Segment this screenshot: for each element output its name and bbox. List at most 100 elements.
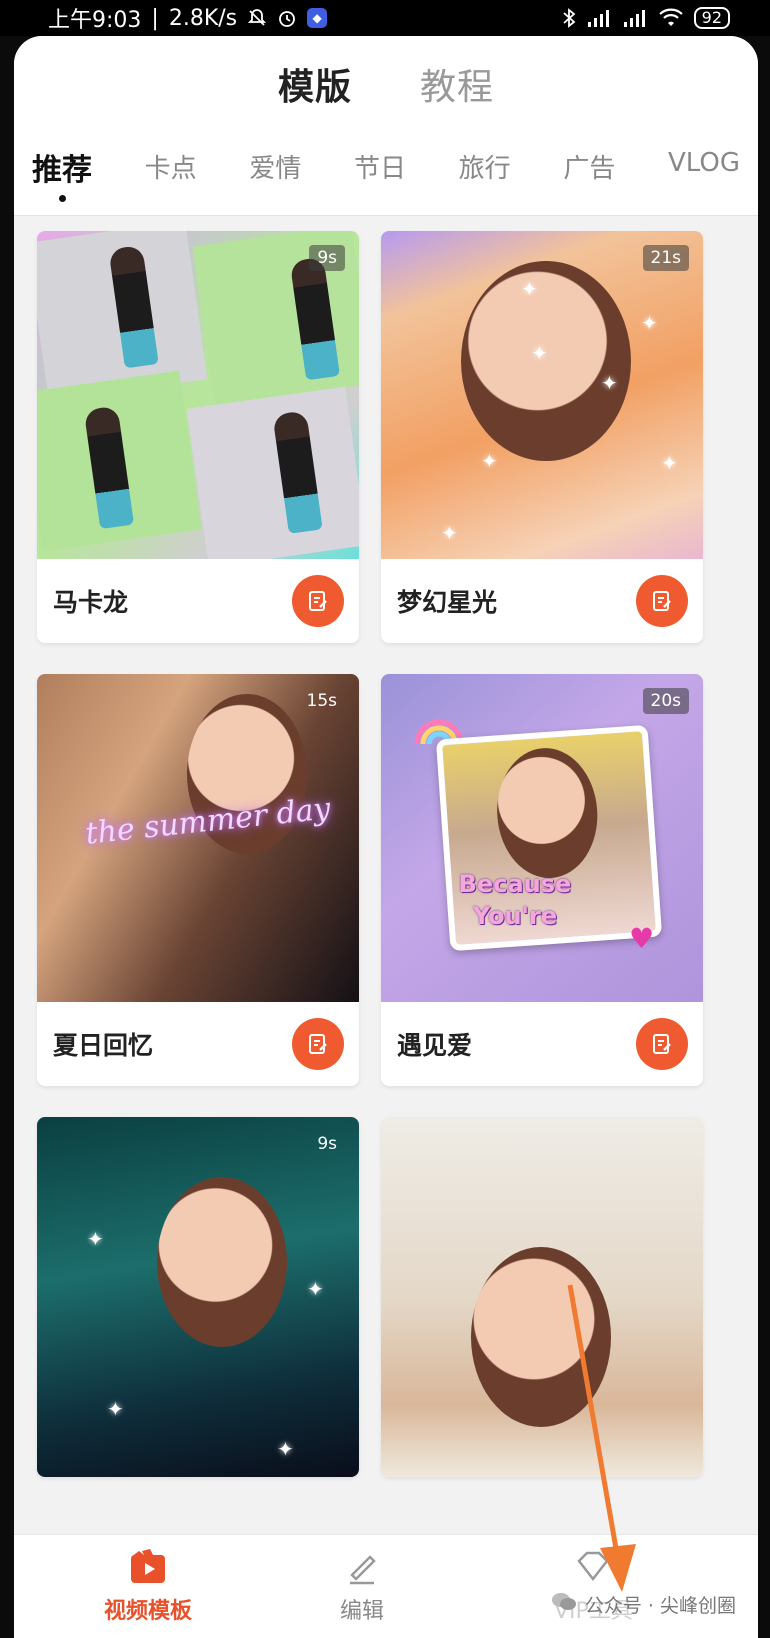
edit-template-button[interactable] [636, 1018, 688, 1070]
template-card-summer-memories[interactable]: the summer day 15s 夏日回忆 [37, 674, 359, 1086]
nav-label: 编辑 [340, 1599, 385, 1624]
figure-silhouette [289, 256, 340, 381]
portrait-shape [492, 744, 602, 882]
frame-text-overlay: Because [458, 870, 572, 898]
template-title: 梦幻星光 [397, 588, 498, 617]
category-tabs: 推荐 卡点 爱情 节日 旅行 广告 VLOG [14, 148, 758, 202]
bottom-nav: 视频模板 编辑 VIP工具 公众号 · 尖峰创圈 [14, 1534, 758, 1638]
edit-template-button[interactable] [292, 1018, 344, 1070]
figure-silhouette [272, 410, 323, 534]
collage-tile [37, 231, 208, 402]
active-indicator-dot [58, 195, 66, 202]
sparkle-icon: ✦ [481, 449, 498, 473]
sparkle-icon: ✦ [441, 521, 458, 545]
sparkle-icon: ✦ [521, 277, 538, 301]
category-tab-label: 爱情 [249, 154, 302, 184]
watermark: 公众号 · 尖峰创圈 [546, 1589, 740, 1620]
duration-badge: 9s [317, 1134, 337, 1154]
app-notification-icon: ◆ [307, 8, 328, 28]
template-card-meet-love[interactable]: Because You're ♥ 20s 遇见爱 [381, 674, 703, 1086]
template-title: 遇见爱 [397, 1031, 473, 1060]
signal-icon [586, 8, 612, 28]
bluetooth-icon [562, 7, 576, 29]
top-tabs: 模版 教程 [14, 58, 758, 110]
sparkle-icon: ✦ [107, 1397, 124, 1421]
vip-diamond-icon [577, 1551, 610, 1582]
tab-templates[interactable]: 模版 [278, 58, 352, 110]
sparkle-icon: ✦ [307, 1277, 324, 1301]
sparkle-icon: ✦ [601, 371, 618, 395]
edit-note-icon [653, 1034, 671, 1054]
portrait-shape [157, 1177, 287, 1347]
card-footer: 遇见爱 [381, 1002, 703, 1086]
template-card[interactable] [381, 1117, 703, 1477]
sparkle-icon: ✦ [641, 311, 658, 335]
card-footer: 夏日回忆 [37, 1002, 359, 1086]
template-thumbnail[interactable]: 9s [37, 231, 359, 559]
tab-tutorials[interactable]: 教程 [420, 58, 494, 110]
template-thumbnail[interactable]: Because You're ♥ 20s [381, 674, 703, 1002]
collage-tile [186, 386, 359, 559]
status-time: 上午9:03 [48, 8, 142, 33]
wechat-icon [551, 1591, 577, 1618]
template-thumbnail[interactable]: ✦ ✦ ✦ ✦ 9s [37, 1117, 359, 1477]
category-tab-recommended[interactable]: 推荐 [32, 145, 92, 202]
edit-template-button[interactable] [636, 575, 688, 627]
duration-badge: 20s [642, 688, 689, 714]
category-tab-label: 推荐 [32, 153, 92, 188]
app-window: 模版 教程 推荐 卡点 爱情 节日 旅行 广告 VLOG 9s 马卡龙 ✦ ✦ … [14, 36, 758, 1638]
wifi-icon [658, 8, 684, 28]
duration-badge: 9s [309, 245, 345, 271]
edit-note-icon [309, 591, 327, 611]
duration-badge: 21s [642, 245, 689, 271]
template-card[interactable]: ✦ ✦ ✦ ✦ 9s [37, 1117, 359, 1477]
category-tab-holiday[interactable]: 节日 [354, 148, 406, 185]
status-left: 上午9:03 | 2.8K/s ◆ [48, 2, 328, 34]
status-bar: 上午9:03 | 2.8K/s ◆ 92 [0, 0, 770, 36]
edit-note-icon [309, 1034, 327, 1054]
network-speed: 2.8K/s [168, 5, 238, 31]
category-tab-beat[interactable]: 卡点 [145, 148, 197, 185]
heart-lipstick-icon: ♥ [629, 922, 655, 955]
template-thumbnail[interactable]: ✦ ✦ ✦ ✦ ✦ ✦ ✦ 21s [381, 231, 703, 559]
template-title: 夏日回忆 [53, 1031, 154, 1060]
category-tab-label: VLOG [668, 148, 740, 178]
video-template-icon [131, 1549, 165, 1583]
frame-text-overlay: You're [472, 902, 558, 930]
template-card-dreamy-starlight[interactable]: ✦ ✦ ✦ ✦ ✦ ✦ ✦ 21s 梦幻星光 [381, 231, 703, 643]
nav-video-templates[interactable]: 视频模板 [104, 1547, 192, 1625]
category-tab-ads[interactable]: 广告 [563, 148, 615, 185]
edit-template-button[interactable] [292, 575, 344, 627]
duration-badge: 15s [306, 691, 338, 711]
category-tab-love[interactable]: 爱情 [249, 148, 301, 185]
category-tab-label: 节日 [354, 154, 407, 184]
template-card-macaron[interactable]: 9s 马卡龙 [37, 231, 359, 643]
figure-silhouette [83, 405, 135, 530]
portrait-shape [471, 1247, 611, 1427]
category-tab-label: 广告 [563, 154, 616, 184]
sparkle-icon: ✦ [277, 1437, 294, 1461]
app-header: 模版 教程 推荐 卡点 爱情 节日 旅行 广告 VLOG [14, 36, 758, 216]
status-right: 92 [562, 7, 730, 29]
template-title: 马卡龙 [53, 588, 129, 617]
edit-pencil-icon [350, 1555, 376, 1585]
signal-icon [622, 8, 648, 28]
card-footer: 马卡龙 [37, 559, 359, 643]
collage-tile [37, 370, 202, 552]
sparkle-icon: ✦ [531, 341, 548, 365]
nav-label: 视频模板 [104, 1599, 193, 1624]
template-thumbnail[interactable] [381, 1117, 703, 1477]
edit-note-icon [653, 591, 671, 611]
category-tab-vlog[interactable]: VLOG [668, 148, 740, 178]
category-tab-label: 卡点 [144, 154, 197, 184]
category-tab-label: 旅行 [458, 154, 511, 184]
watermark-text: 公众号 · 尖峰创圈 [584, 1595, 736, 1617]
figure-silhouette [108, 244, 159, 369]
category-tab-travel[interactable]: 旅行 [459, 148, 511, 185]
card-footer: 梦幻星光 [381, 559, 703, 643]
sparkle-icon: ✦ [87, 1227, 104, 1251]
nav-edit[interactable]: 编辑 [340, 1547, 384, 1625]
battery-indicator: 92 [693, 7, 730, 29]
template-thumbnail[interactable]: the summer day 15s [37, 674, 359, 1002]
alarm-icon [277, 8, 297, 28]
